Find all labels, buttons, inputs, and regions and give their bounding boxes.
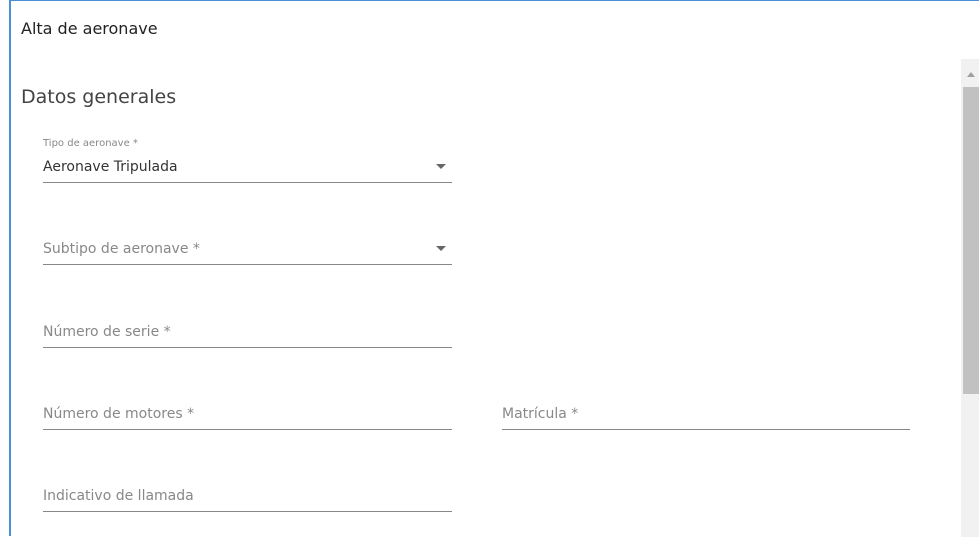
call-sign-placeholder: Indicativo de llamada xyxy=(43,488,194,504)
dialog-title: Alta de aeronave xyxy=(21,19,158,38)
serial-number-placeholder: Número de serie * xyxy=(43,324,171,340)
vertical-scrollbar[interactable] xyxy=(961,59,979,537)
serial-number-input[interactable]: Número de serie * xyxy=(43,324,452,348)
aircraft-subtype-placeholder: Subtipo de aeronave * xyxy=(43,241,200,257)
aircraft-type-label: Tipo de aeronave * xyxy=(43,138,138,149)
aircraft-subtype-select[interactable]: Subtipo de aeronave * xyxy=(43,241,452,265)
engine-count-placeholder: Número de motores * xyxy=(43,406,195,422)
scrollbar-thumb[interactable] xyxy=(963,87,979,394)
section-title-general-data: Datos generales xyxy=(21,86,177,108)
scroll-up-arrow-icon[interactable] xyxy=(967,72,975,77)
caret-down-icon xyxy=(436,164,446,169)
caret-down-icon xyxy=(436,246,446,251)
registration-input[interactable]: Matrícula * xyxy=(502,406,910,430)
aircraft-type-value: Aeronave Tripulada xyxy=(43,159,178,175)
aircraft-registration-dialog: Alta de aeronave Datos generales Tipo de… xyxy=(9,0,979,537)
engine-count-input[interactable]: Número de motores * xyxy=(43,406,452,430)
registration-placeholder: Matrícula * xyxy=(502,406,579,422)
aircraft-type-select[interactable]: Tipo de aeronave * Aeronave Tripulada xyxy=(43,138,452,183)
call-sign-input[interactable]: Indicativo de llamada xyxy=(43,488,452,512)
